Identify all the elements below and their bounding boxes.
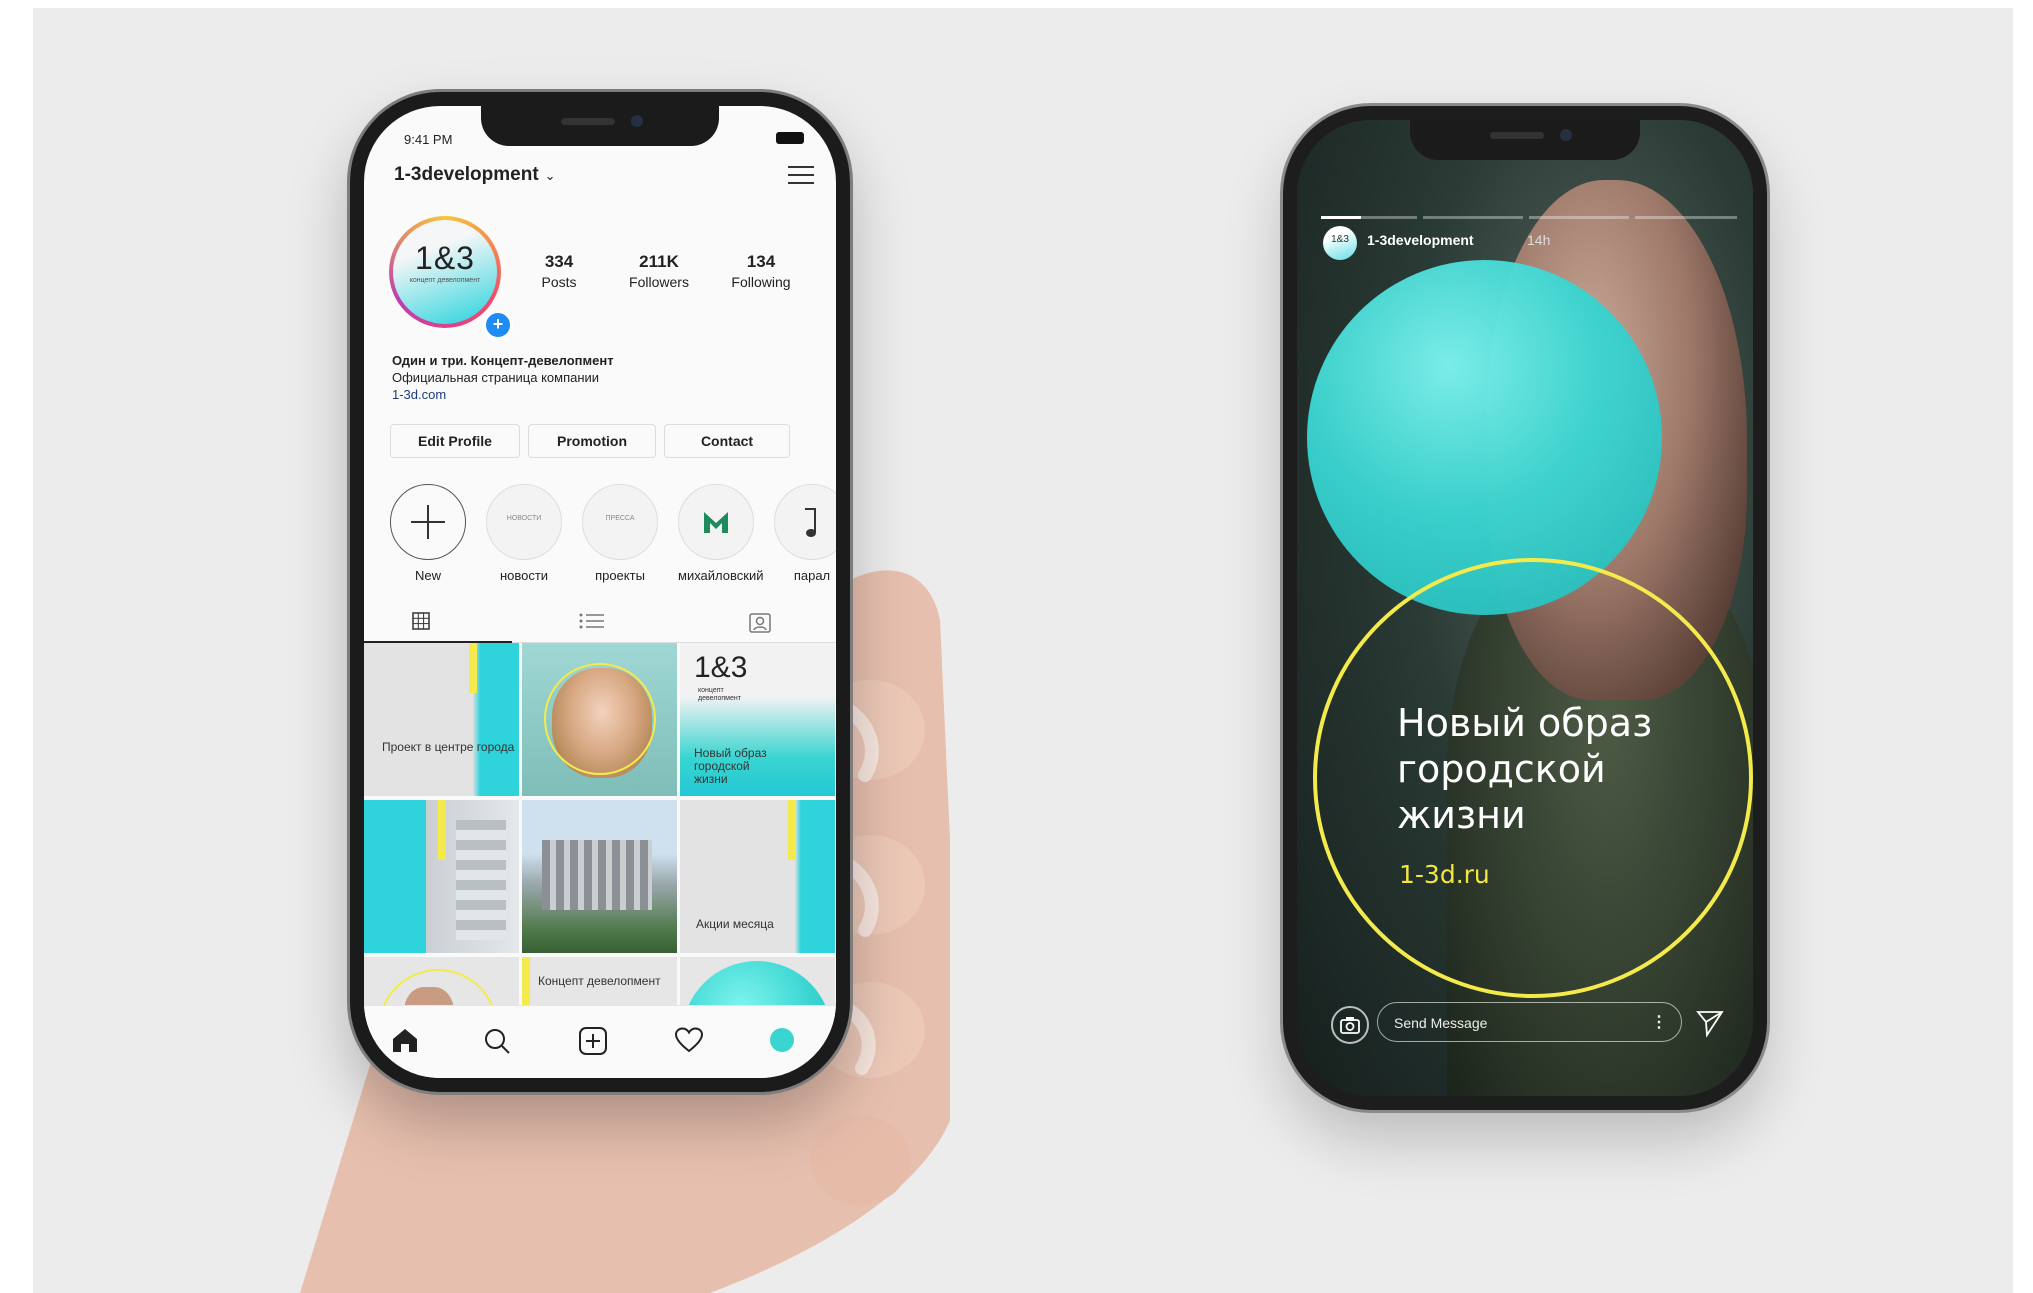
post-tile[interactable] [522, 800, 677, 953]
tagged-icon[interactable] [748, 610, 772, 634]
camera-icon[interactable] [1331, 1006, 1369, 1044]
avatar-logo: 1&3 [415, 240, 475, 276]
highlight-projects[interactable]: ПРЕССА проекты [582, 484, 658, 583]
front-camera [1560, 129, 1572, 141]
highlight-parallel[interactable]: парал [774, 484, 836, 583]
highlight-cover-text: ПРЕССА [605, 515, 635, 522]
highlight-label: парал [793, 568, 831, 583]
post-caption: Акции месяца [696, 917, 774, 931]
add-story-icon[interactable]: + [483, 310, 513, 340]
music-note-icon [774, 484, 836, 560]
post-caption: Проект в центре города [382, 740, 515, 754]
more-options-icon[interactable]: ⋮ [1651, 1003, 1667, 1043]
posts-label: Posts [541, 274, 577, 290]
profile-tab-avatar[interactable] [770, 1028, 794, 1052]
chevron-down-icon: ⌄ [544, 168, 556, 183]
avatar: 1&3 концепт девелопмент [393, 220, 497, 324]
promotion-button[interactable]: Promotion [528, 424, 656, 458]
story-screen: 1&3 1-3development 14h Новый образ город… [1297, 120, 1753, 1096]
story-username[interactable]: 1-3development [1367, 232, 1474, 248]
profile-tabs [364, 600, 836, 643]
stat-followers[interactable]: 211K Followers [614, 252, 704, 290]
username-switcher[interactable]: 1-3development ⌄ [394, 164, 556, 186]
bio-name: Один и три. Концепт-девелопмент [392, 353, 614, 368]
bottom-nav [364, 1005, 836, 1078]
followers-count: 211K [639, 252, 679, 271]
search-icon[interactable] [482, 1026, 512, 1056]
highlight-label: New [414, 568, 441, 583]
avatar-subtitle: концепт девелопмент [409, 277, 481, 284]
stat-following[interactable]: 134 Following [716, 252, 806, 290]
progress-segment [1529, 216, 1629, 219]
progress-segment [1423, 216, 1523, 219]
speaker [1490, 132, 1544, 139]
post-tile[interactable] [364, 800, 519, 953]
teal-circle [1307, 260, 1662, 615]
following-label: Following [731, 274, 791, 290]
post-tile[interactable] [522, 643, 677, 796]
story-progress [1321, 216, 1737, 219]
bio-link[interactable]: 1-3d.com [392, 386, 614, 403]
story-avatar[interactable]: 1&3 [1323, 226, 1357, 260]
add-post-icon[interactable] [578, 1026, 608, 1056]
story-time: 14h [1527, 232, 1551, 248]
home-icon[interactable] [390, 1026, 420, 1054]
heart-icon[interactable] [674, 1026, 704, 1054]
front-camera [631, 115, 643, 127]
post-tile[interactable]: 1&3 концепт девелопмент Новый образ горо… [680, 643, 835, 796]
m-logo-icon [678, 484, 754, 560]
posts-count: 334 [544, 252, 574, 271]
highlight-label: новости [499, 568, 549, 583]
bio-description: Официальная страница компании [392, 370, 600, 385]
followers-label: Followers [629, 274, 689, 290]
post-logo: 1&3 [694, 651, 748, 684]
status-time: 9:41 PM [404, 132, 453, 147]
highlight-mikhailovsky[interactable]: михайловский [678, 484, 764, 583]
profile-bio: Один и три. Концепт-девелопмент Официаль… [392, 352, 614, 403]
highlight-cover: ПРЕССА [582, 484, 658, 560]
highlight-label: проекты [595, 568, 645, 583]
highlight-cover-text: НОВОСТИ [506, 515, 542, 522]
grid-icon[interactable] [410, 610, 432, 632]
stat-posts[interactable]: 334 Posts [514, 252, 604, 290]
post-caption: Концепт девелопмент [538, 974, 661, 988]
profile-phone: 9:41 PM 1-3development ⌄ 1&3 концепт деве… [350, 92, 850, 1092]
profile-header: 1-3development ⌄ [394, 164, 814, 194]
progress-segment [1321, 216, 1417, 219]
post-caption: Новый образ городской жизни [694, 746, 767, 786]
contact-button[interactable]: Contact [664, 424, 790, 458]
plus-icon [390, 484, 466, 560]
speaker [561, 118, 615, 125]
list-icon[interactable] [578, 610, 606, 632]
hamburger-menu-icon[interactable] [788, 166, 814, 186]
post-tile[interactable]: Проект в центре города [364, 643, 519, 796]
profile-avatar[interactable]: 1&3 концепт девелопмент + [389, 216, 513, 340]
send-icon[interactable] [1695, 1008, 1725, 1038]
highlight-label: михайловский [678, 568, 764, 583]
story-url[interactable]: 1-3d.ru [1399, 860, 1490, 889]
notch [1410, 120, 1640, 160]
notch [481, 106, 719, 146]
battery-icon [776, 132, 804, 144]
highlight-news[interactable]: НОВОСТИ новости [486, 484, 562, 583]
story-headline: Новый образ городской жизни [1397, 701, 1653, 837]
highlight-new[interactable]: New [390, 484, 466, 583]
highlight-cover: НОВОСТИ [486, 484, 562, 560]
post-tile[interactable]: Акции месяца [680, 800, 835, 953]
posts-grid: Проект в центре города 1&3 концепт девел… [364, 643, 836, 1078]
profile-screen: 9:41 PM 1-3development ⌄ 1&3 концепт деве… [364, 106, 836, 1078]
send-message-input[interactable]: Send Message ⋮ [1377, 1002, 1682, 1042]
following-count: 134 [746, 252, 776, 271]
message-placeholder: Send Message [1394, 1015, 1488, 1031]
progress-segment [1635, 216, 1737, 219]
username: 1-3development [394, 164, 539, 185]
edit-profile-button[interactable]: Edit Profile [390, 424, 520, 458]
post-logo-sub: концепт девелопмент [698, 687, 741, 702]
story-phone: 1&3 1-3development 14h Новый образ город… [1283, 106, 1767, 1110]
